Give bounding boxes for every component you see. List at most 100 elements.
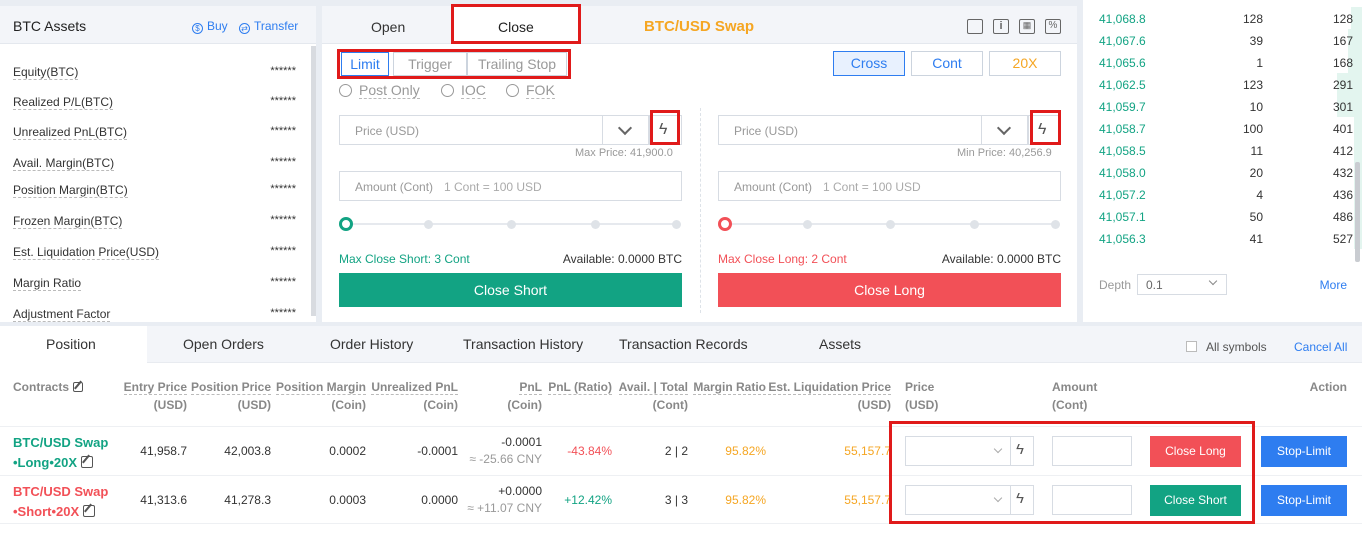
entry-price: 41,313.6 (140, 493, 187, 507)
transfer-link[interactable]: ⇄ Transfer (239, 19, 298, 34)
asset-row: Frozen Margin(BTC) ****** (13, 214, 296, 230)
option-post-only[interactable]: Post Only (339, 82, 420, 99)
highlight-order-types (337, 49, 571, 79)
order-book-scrollbar[interactable] (1355, 162, 1360, 262)
stop-limit-button[interactable]: Stop-Limit (1261, 485, 1347, 516)
tab-assets[interactable]: Assets (819, 326, 861, 363)
tab-open-orders[interactable]: Open Orders (183, 326, 264, 363)
asset-row: Est. Liquidation Price(USD) ****** (13, 245, 296, 261)
header-pnl: PnL (Coin) (507, 380, 542, 412)
long-amount-input[interactable]: Amount (Cont) 1 Cont = 100 USD (718, 171, 1061, 201)
order-book-row[interactable]: 41,058.5 11 412 (1083, 139, 1362, 161)
tab-open[interactable]: Open (371, 19, 405, 35)
asset-label: Position Margin(BTC) (13, 183, 128, 198)
contract-name[interactable]: BTC/USD Swap •Long•20X (13, 433, 108, 473)
positions-panel: Position Open Orders Order History Trans… (0, 326, 1362, 543)
book-amount: 50 (1249, 210, 1263, 224)
book-amount: 4 (1256, 188, 1263, 202)
short-amount-slider[interactable] (339, 217, 682, 231)
book-price: 41,057.2 (1099, 188, 1146, 202)
symbol-title: BTC/USD Swap (644, 18, 755, 35)
long-amount-slider[interactable] (718, 217, 1061, 231)
stop-limit-button[interactable]: Stop-Limit (1261, 436, 1347, 467)
pnl: -0.0001 (501, 435, 542, 449)
order-book-row[interactable]: 41,057.2 4 436 (1083, 183, 1362, 205)
tab-transaction-records[interactable]: Transaction Records (619, 326, 748, 363)
book-price: 41,058.5 (1099, 144, 1146, 158)
percent-icon[interactable]: % (1045, 19, 1061, 34)
book-amount: 11 (1250, 144, 1263, 158)
tab-position[interactable]: Position (46, 326, 96, 363)
est-liquidation-price: 55,157.7 (844, 444, 891, 458)
assets-panel: BTC Assets $ Buy ⇄ Transfer Equity(BTC) ***… (0, 6, 316, 322)
position-margin: 0.0003 (329, 493, 366, 507)
long-price-input[interactable]: Price (USD) (718, 115, 982, 145)
book-total: 432 (1332, 166, 1353, 180)
option-ioc[interactable]: IOC (441, 82, 486, 99)
tab-transaction-history[interactable]: Transaction History (463, 326, 583, 363)
asset-label: Realized P/L(BTC) (13, 95, 114, 110)
book-price: 41,056.3 (1099, 232, 1146, 246)
edit-icon[interactable] (83, 505, 96, 517)
info-icon[interactable]: i (993, 19, 1009, 34)
buy-link[interactable]: $ Buy (192, 19, 228, 34)
book-total: 436 (1332, 188, 1353, 202)
edit-icon[interactable] (81, 456, 93, 468)
asset-row: Realized P/L(BTC) ****** (13, 95, 296, 111)
all-symbols-label: All symbols (1206, 340, 1267, 354)
radio-icon (339, 84, 352, 97)
order-book-row[interactable]: 41,065.6 1 168 (1083, 51, 1362, 73)
order-book-row[interactable]: 41,067.6 39 167 (1083, 29, 1362, 51)
order-book-row[interactable]: 41,057.1 50 486 (1083, 205, 1362, 227)
all-symbols-checkbox[interactable] (1186, 341, 1197, 352)
short-price-input[interactable]: Price (USD) (339, 115, 603, 145)
edit-icon[interactable] (73, 382, 84, 392)
order-book-row[interactable]: 41,058.7 100 401 (1083, 117, 1362, 139)
long-min-price: Min Price: 40,256.9 (957, 147, 1052, 159)
order-book-row[interactable]: 41,059.7 10 301 (1083, 95, 1362, 117)
more-link[interactable]: More (1320, 278, 1347, 292)
header-price: Price (USD) (905, 380, 939, 412)
leverage-button[interactable]: 20X (989, 51, 1061, 76)
dollar-icon: $ (192, 23, 203, 34)
unit-button[interactable]: Cont (911, 51, 983, 76)
book-amount: 100 (1242, 122, 1263, 136)
book-total: 412 (1332, 144, 1353, 158)
close-long-button[interactable]: Close Long (718, 273, 1061, 307)
asset-label: Frozen Margin(BTC) (13, 214, 123, 229)
transfer-icon: ⇄ (239, 23, 250, 34)
tab-order-history[interactable]: Order History (330, 326, 413, 363)
save-icon[interactable] (967, 19, 983, 34)
order-book-row[interactable]: 41,068.8 128 128 (1083, 7, 1362, 29)
slider-handle[interactable] (718, 217, 732, 231)
position-margin: 0.0002 (329, 444, 366, 458)
short-amount-input[interactable]: Amount (Cont) 1 Cont = 100 USD (339, 171, 682, 201)
asset-value: ****** (270, 276, 296, 288)
depth-bar (1354, 139, 1362, 161)
asset-row: Unrealized PnL(BTC) ****** (13, 125, 296, 141)
short-price-dropdown[interactable] (602, 115, 649, 145)
order-book-row[interactable]: 41,056.3 41 527 (1083, 227, 1362, 249)
asset-label: Unrealized PnL(BTC) (13, 125, 128, 140)
book-amount: 39 (1249, 34, 1263, 48)
assets-scrollbar[interactable] (311, 46, 316, 316)
book-total: 168 (1332, 56, 1353, 70)
highlight-long-flash (1030, 110, 1061, 145)
long-price-dropdown[interactable] (981, 115, 1028, 145)
order-book-row[interactable]: 41,058.0 20 432 (1083, 161, 1362, 183)
close-short-button[interactable]: Close Short (339, 273, 682, 307)
book-amount: 41 (1249, 232, 1263, 246)
cancel-all-link[interactable]: Cancel All (1294, 340, 1347, 354)
contract-name[interactable]: BTC/USD Swap •Short•20X (13, 482, 108, 522)
calculator-icon[interactable]: ▦ (1019, 19, 1035, 34)
highlight-close-tab (451, 4, 581, 44)
asset-value: ****** (270, 95, 296, 107)
slider-handle[interactable] (339, 217, 353, 231)
option-fok[interactable]: FOK (506, 82, 555, 99)
highlight-close-actions (889, 421, 1255, 524)
depth-select[interactable]: 0.1 (1137, 274, 1227, 295)
order-book-row[interactable]: 41,062.5 123 291 (1083, 73, 1362, 95)
header-pnl-ratio: PnL (Ratio) (548, 380, 612, 395)
margin-mode-button[interactable]: Cross (833, 51, 905, 76)
asset-row: Equity(BTC) ****** (13, 65, 296, 81)
